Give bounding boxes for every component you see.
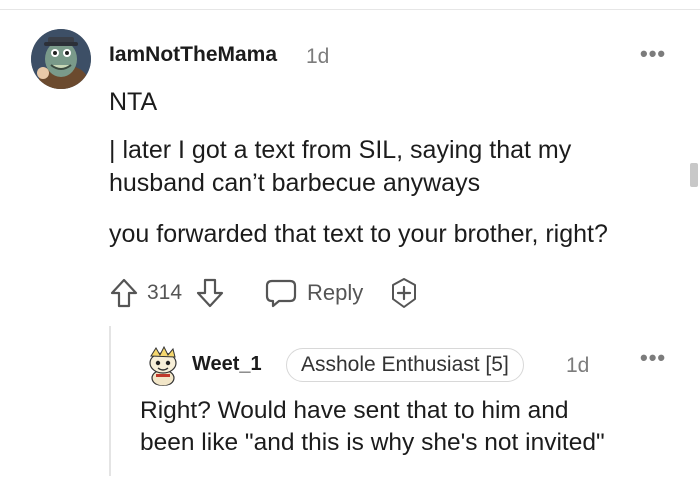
arrow-up-icon	[110, 278, 138, 308]
reply-user-avatar[interactable]	[142, 344, 184, 386]
snoo-avatar-icon	[142, 344, 184, 386]
more-options-icon[interactable]: •••	[640, 347, 666, 369]
award-button[interactable]	[388, 277, 420, 309]
user-avatar[interactable]	[31, 29, 91, 89]
reply-timestamp: 1d	[566, 354, 590, 377]
comment-quote-line: husband can’t barbecue anyways	[109, 169, 481, 197]
comment-quote-line: | later I got a text from SIL, saying th…	[109, 136, 572, 164]
upvote-button[interactable]	[109, 276, 139, 310]
comment-timestamp: 1d	[306, 45, 330, 68]
reply-text-line: been like "and this is why she's not inv…	[140, 429, 605, 456]
speech-bubble-icon	[265, 279, 297, 308]
dinosaur-avatar-icon	[31, 29, 91, 89]
top-divider	[0, 9, 700, 10]
comment-text: you forwarded that text to your brother,…	[109, 220, 608, 248]
scrollbar-thumb[interactable]	[690, 163, 698, 187]
user-flair-badge: Asshole Enthusiast [5]	[286, 348, 524, 382]
reply-label: Reply	[307, 280, 364, 305]
vote-score: 314	[147, 281, 183, 304]
comment-username[interactable]: IamNotTheMama	[109, 43, 277, 67]
downvote-button[interactable]	[195, 276, 225, 310]
comment-text-verdict: NTA	[109, 88, 158, 116]
award-plus-icon	[392, 278, 416, 308]
more-options-icon[interactable]: •••	[640, 43, 666, 65]
reply-username[interactable]: Weet_1	[192, 353, 262, 376]
comment-quote: | later I got a text from SIL, saying th…	[109, 134, 571, 200]
reply-text: Right? Would have sent that to him and b…	[140, 395, 605, 459]
arrow-down-icon	[196, 278, 224, 308]
thread-line[interactable]	[109, 326, 111, 476]
reply-text-line: Right? Would have sent that to him and	[140, 397, 569, 424]
